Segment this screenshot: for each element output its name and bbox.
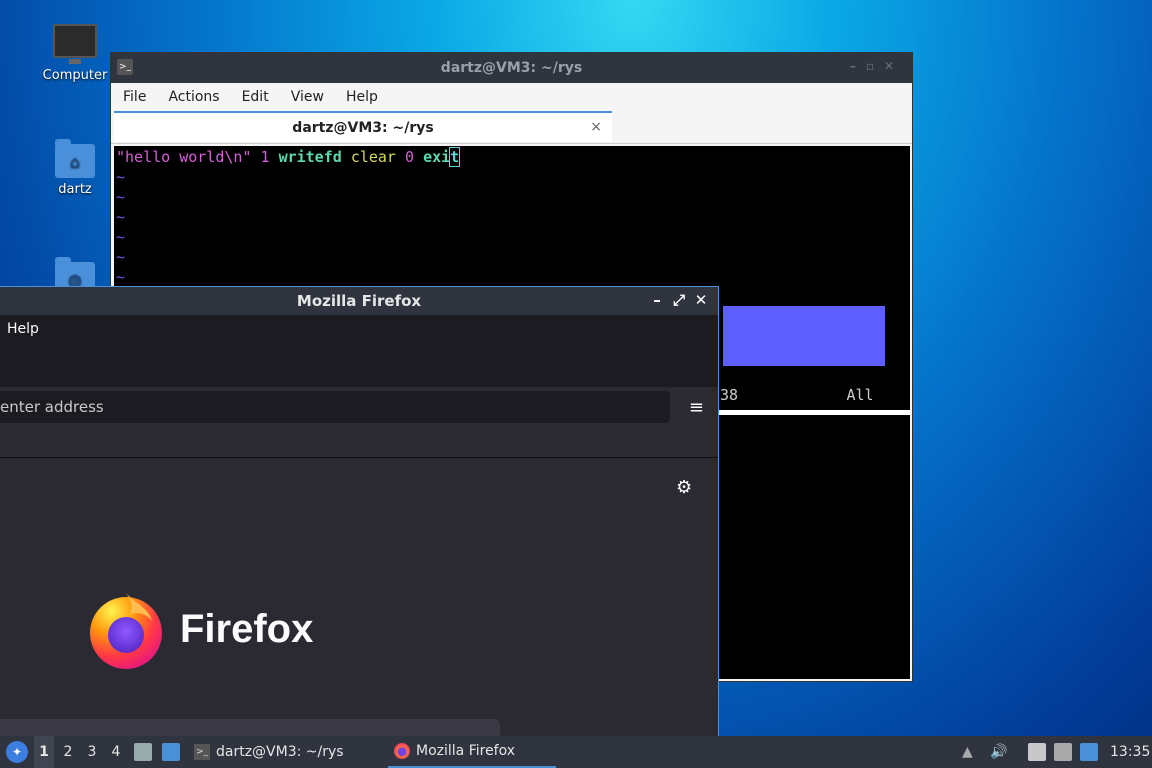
maximize-icon[interactable]: ⤢	[668, 291, 690, 309]
firefox-menubar: Help	[0, 315, 718, 343]
close-icon[interactable]: ✕	[690, 291, 712, 309]
menu-help[interactable]: Help	[346, 89, 378, 105]
desktop-icon	[162, 743, 180, 761]
firefox-tabstrip	[0, 343, 718, 387]
network-icon[interactable]	[1054, 736, 1072, 768]
workspace-3[interactable]: 3	[82, 736, 102, 768]
workspace-4[interactable]: 4	[106, 736, 126, 768]
clipboard-icon[interactable]	[1028, 736, 1046, 768]
empty-line-marker: ~	[116, 248, 126, 266]
show-desktop-launcher[interactable]	[162, 736, 180, 768]
empty-line-marker: ~	[116, 188, 126, 206]
computer-icon	[53, 24, 97, 64]
window-title: Mozilla Firefox	[296, 292, 422, 310]
terminal-icon: >_	[117, 59, 133, 75]
firefox-window[interactable]: Mozilla Firefox – ⤢ ✕ Help enter address…	[0, 286, 719, 739]
terminal-menubar: File Actions Edit View Help	[111, 83, 912, 111]
task-label: dartz@VM3: ~/rys	[216, 744, 344, 760]
window-controls: – ⤢ ✕	[646, 291, 712, 309]
firefox-navbar: enter address ≡	[0, 387, 718, 458]
terminal-tab[interactable]: dartz@VM3: ~/rys ×	[114, 111, 612, 142]
terminal-icon: >_	[194, 744, 210, 760]
clock[interactable]: 13:35	[1110, 736, 1150, 768]
empty-line-marker: ~	[116, 228, 126, 246]
firefox-logo-icon	[90, 593, 162, 669]
volume-icon[interactable]: 🔊	[990, 736, 1007, 768]
close-tab-icon[interactable]: ×	[590, 119, 602, 135]
address-placeholder: enter address	[0, 398, 104, 416]
menu-edit[interactable]: Edit	[242, 89, 269, 105]
desktop-icon-label: Computer	[42, 68, 108, 83]
code-line: "hello world\n" 1 writefd clear 0 exit	[116, 147, 461, 167]
workspace-2[interactable]: 2	[58, 736, 78, 768]
highlight-block	[723, 306, 885, 366]
task-firefox[interactable]: Mozilla Firefox	[388, 736, 556, 768]
desktop-icon-label: dartz	[58, 182, 92, 197]
empty-line-marker: ~	[116, 208, 126, 226]
menu-view[interactable]: View	[291, 89, 324, 105]
task-terminal[interactable]: >_ dartz@VM3: ~/rys	[188, 736, 384, 768]
tab-label: dartz@VM3: ~/rys	[292, 119, 434, 136]
firefox-icon	[394, 743, 410, 759]
desktop-icon-computer[interactable]: Computer	[35, 24, 115, 83]
firefox-titlebar[interactable]: Mozilla Firefox – ⤢ ✕	[0, 287, 718, 315]
menu-actions[interactable]: Actions	[168, 89, 219, 105]
menu-help[interactable]: Help	[7, 321, 39, 337]
terminal-tabbar: dartz@VM3: ~/rys ×	[111, 111, 912, 144]
file-manager-launcher[interactable]	[134, 736, 152, 768]
hamburger-menu-icon[interactable]: ≡	[689, 397, 704, 418]
window-title: dartz@VM3: ~/rys	[440, 60, 583, 76]
terminal-titlebar[interactable]: >_ dartz@VM3: ~/rys –▫✕	[111, 53, 912, 83]
menu-file[interactable]: File	[123, 89, 146, 105]
workspace-1[interactable]: 1	[34, 736, 54, 768]
desktop-icon-dartz[interactable]: ⌂ dartz	[35, 139, 115, 197]
empty-line-marker: ~	[116, 168, 126, 186]
task-label: Mozilla Firefox	[416, 743, 516, 759]
status-line: 38 All	[720, 386, 874, 404]
app-menu-icon[interactable]: ✦	[6, 741, 28, 763]
firefox-wordmark: Firefox	[180, 607, 314, 651]
notification-icon[interactable]	[1080, 736, 1098, 768]
tray-arrow-icon[interactable]: ▲	[962, 736, 973, 768]
taskbar: ✦ 1 2 3 4 >_ dartz@VM3: ~/rys Mozilla Fi…	[0, 736, 1152, 768]
minimize-icon[interactable]: –	[646, 291, 668, 309]
gear-icon[interactable]: ⚙	[676, 477, 692, 498]
window-controls[interactable]: –▫✕	[850, 59, 904, 73]
address-bar[interactable]: enter address	[0, 391, 670, 423]
text-cursor: t	[449, 147, 461, 167]
empty-line-marker: ~	[116, 268, 126, 286]
home-folder-icon: ⌂	[55, 139, 95, 178]
file-manager-icon	[134, 743, 152, 761]
